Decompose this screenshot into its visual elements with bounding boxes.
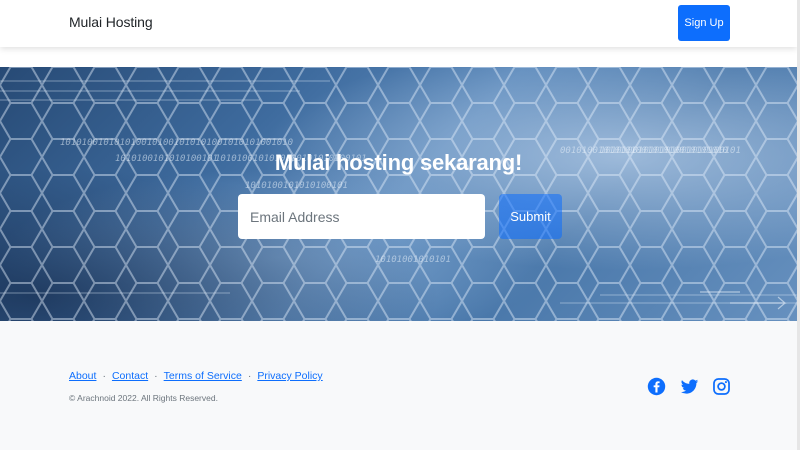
footer-link-about[interactable]: About (69, 370, 96, 382)
binary-decor-text: 1010100101010100101 (245, 181, 348, 191)
email-input[interactable] (238, 194, 485, 239)
hero-title: Mulai hosting sekarang! (274, 150, 523, 175)
binary-decor-text: 1010100101010100101001010101001010101001… (60, 138, 293, 148)
footer-link-privacy[interactable]: Privacy Policy (257, 370, 322, 382)
footer-separator: · (154, 370, 158, 382)
hero-section: 1010100101010100101001010101001010101001… (0, 67, 797, 321)
footer-link-contact[interactable]: Contact (112, 370, 148, 382)
instagram-icon[interactable] (710, 375, 732, 397)
binary-decor-text: 10101001010101 (375, 255, 451, 265)
facebook-icon[interactable] (645, 375, 667, 397)
twitter-icon[interactable] (678, 375, 700, 397)
submit-button[interactable]: Submit (499, 194, 562, 239)
navbar: Mulai Hosting Sign Up (0, 0, 797, 47)
footer-separator: · (247, 370, 252, 382)
footer-links: About · Contact · Terms of Service · Privacy P… (69, 370, 323, 382)
footer-link-terms[interactable]: Terms of Service (164, 370, 242, 382)
brand-link[interactable]: Mulai Hosting (69, 14, 153, 30)
sign-up-button[interactable]: Sign Up (678, 5, 730, 41)
footer-separator: · (102, 370, 106, 382)
footer: About · Contact · Terms of Service · Privacy P… (0, 321, 797, 450)
copyright-text: © Arachnoid 2022. All Rights Reserved. (69, 393, 218, 403)
